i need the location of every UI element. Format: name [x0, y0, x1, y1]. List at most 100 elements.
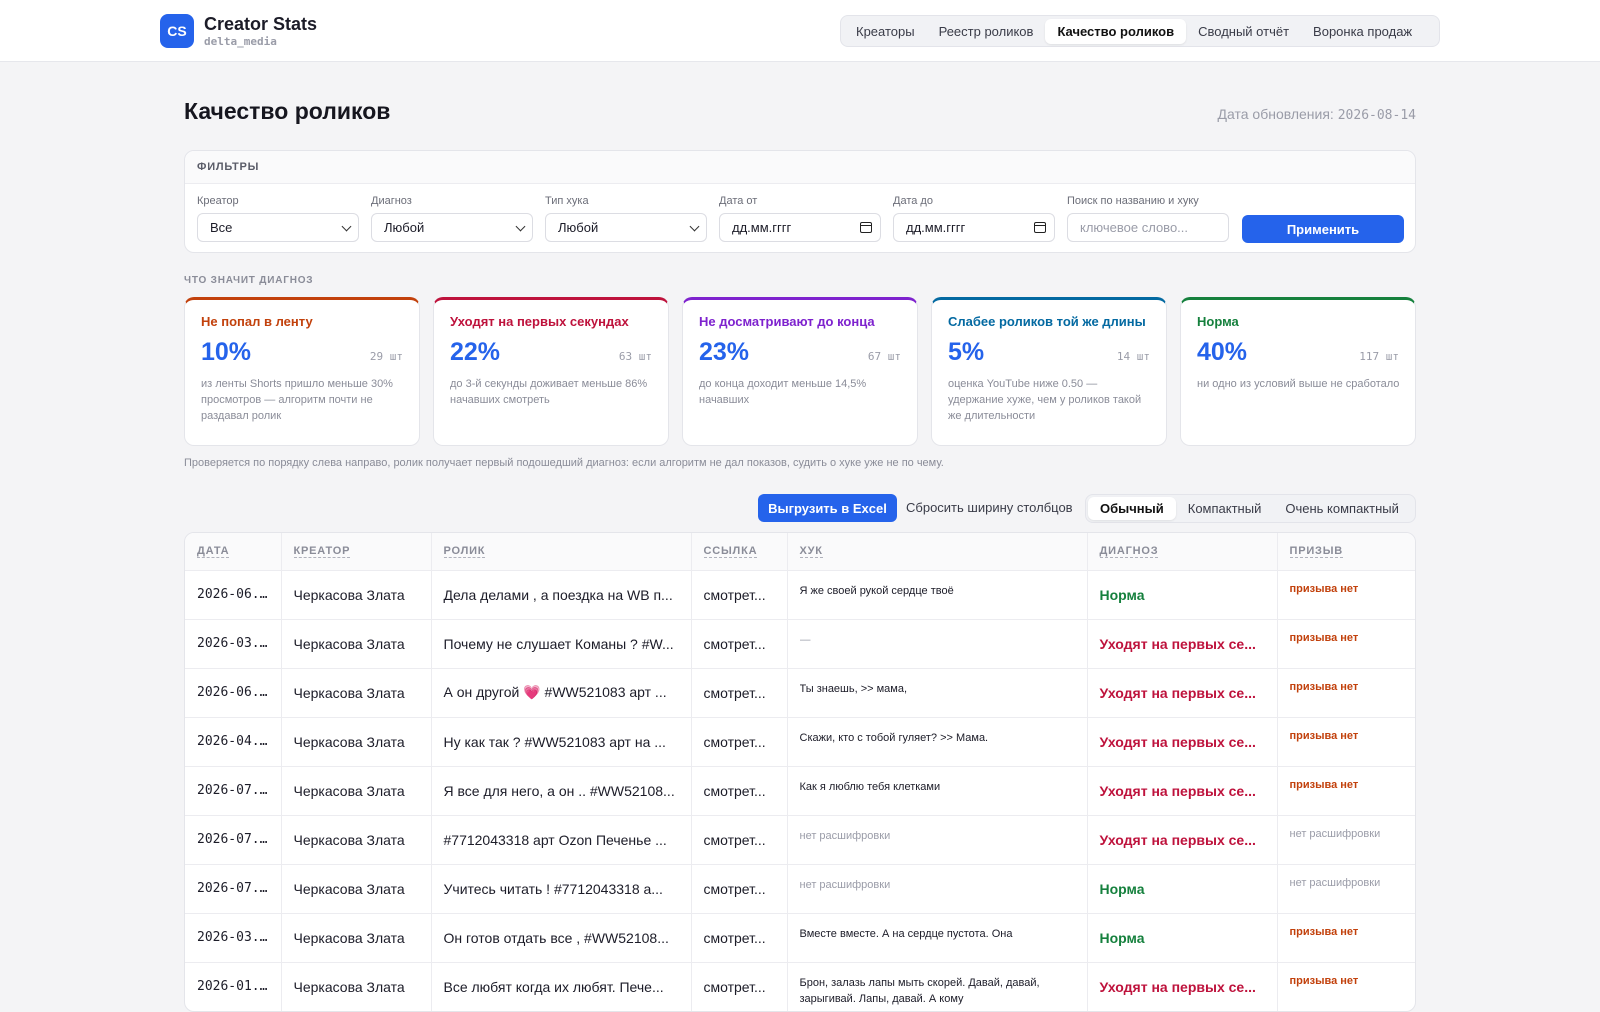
density-normal[interactable]: Обычный [1088, 497, 1176, 520]
cell-date: 2026-07... [185, 864, 282, 914]
diagnosis-card-title: Не попал в ленту [201, 314, 313, 329]
cell-video-title: Он готов отдать все , #WW52108... [431, 913, 692, 963]
creator-select[interactable]: Все [197, 213, 359, 242]
calendar-icon[interactable] [860, 222, 872, 233]
table-header-row: ДАТА КРЕАТОР РОЛИК ССЫЛКА ХУК ДИАГНОЗ ПР… [185, 533, 1415, 571]
nav-summary-report[interactable]: Сводный отчёт [1186, 19, 1301, 44]
cell-date: 2026-07... [185, 815, 282, 865]
hook-type-select-value: Любой [558, 220, 599, 235]
density-compact[interactable]: Компактный [1176, 497, 1274, 520]
diagnosis-card-description: до 3-й секунды доживает меньше 86% начав… [450, 378, 648, 406]
cell-link[interactable]: смотрет... [691, 766, 788, 816]
filter-creator-label: Креатор [197, 195, 239, 207]
cell-creator: Черкасова Злата [281, 766, 432, 816]
cell-creator: Черкасова Злата [281, 913, 432, 963]
hook-text: Вместе вместе. А на сердце пустота. Она [799, 927, 1013, 940]
chevron-down-icon [689, 221, 700, 231]
main-nav: Креаторы Реестр роликов Качество роликов… [840, 15, 1440, 47]
cell-link[interactable]: смотрет... [691, 717, 788, 767]
filter-search: Поиск по названию и хуку ключевое слово.… [1067, 195, 1229, 242]
cell-diagnosis: Уходят на первых се... [1087, 717, 1278, 767]
density-switcher: Обычный Компактный Очень компактный [1085, 494, 1416, 523]
cell-video-title: Все любят когда их любят. Пече... [431, 962, 692, 1011]
page-title: Качество роликов [184, 98, 391, 124]
diagnosis-select[interactable]: Любой [371, 213, 533, 242]
table-row[interactable]: 2026-04... Черкасова Злата Ну как так ? #W… [185, 717, 1415, 767]
table-row[interactable]: 2026-01... Черкасова Злата Все любят когда… [185, 962, 1415, 1011]
cell-link[interactable]: смотрет... [691, 815, 788, 865]
apply-button[interactable]: Применить [1242, 215, 1404, 243]
hook-type-select[interactable]: Любой [545, 213, 707, 242]
search-input[interactable]: ключевое слово... [1067, 213, 1229, 242]
table-row[interactable]: 2026-03... Черкасова Злата Он готов отдать… [185, 913, 1415, 963]
reset-column-widths-button[interactable]: Сбросить ширину столбцов [906, 500, 1073, 515]
diagnosis-card-percent: 40% [1197, 338, 1248, 366]
filters-header: ФИЛЬТРЫ [185, 151, 1415, 184]
cell-date: 2026-07... [185, 766, 282, 816]
export-excel-button[interactable]: Выгрузить в Excel [758, 494, 897, 522]
filter-date-from-label: Дата от [719, 195, 758, 207]
cell-hook: Брон, залазь лапы мыть скорей. Давай, да… [787, 962, 1088, 1011]
nav-creators[interactable]: Креаторы [844, 19, 927, 44]
diagnosis-card-not-finished: Не досматривают до конца 23% 67 шт до ко… [682, 297, 918, 446]
creator-select-value: Все [210, 220, 233, 235]
cell-hook: нет расшифровки [787, 864, 1088, 914]
date-to-input[interactable]: дд.мм.гггг [893, 213, 1055, 242]
column-header-cta[interactable]: ПРИЗЫВ [1277, 533, 1415, 571]
diagnosis-card-count: 117 шт [1359, 350, 1399, 363]
cell-video-title: Учитесь читать ! #7712043318 а... [431, 864, 692, 914]
density-very-compact[interactable]: Очень компактный [1273, 497, 1411, 520]
cell-link[interactable]: смотрет... [691, 913, 788, 963]
nav-video-quality[interactable]: Качество роликов [1045, 18, 1187, 44]
cell-link[interactable]: смотрет... [691, 962, 788, 1011]
logo-badge[interactable]: CS [160, 14, 194, 48]
cell-cta: призыва нет [1277, 766, 1415, 816]
filter-hook-type-label: Тип хука [545, 195, 589, 207]
filter-diagnosis-label: Диагноз [371, 195, 412, 207]
date-from-input[interactable]: дд.мм.гггг [719, 213, 881, 242]
cell-cta: нет расшифровки [1277, 815, 1415, 865]
cell-hook: Вместе вместе. А на сердце пустота. Она [787, 913, 1088, 963]
column-header-link[interactable]: ССЫЛКА [691, 533, 788, 571]
diagnosis-section-header: ЧТО ЗНАЧИТ ДИАГНОЗ [184, 275, 314, 286]
cell-link[interactable]: смотрет... [691, 570, 788, 620]
nav-sales-funnel[interactable]: Воронка продаж [1301, 19, 1424, 44]
table-row[interactable]: 2026-06... Черкасова Злата Дела делами , а… [185, 570, 1415, 620]
table-row[interactable]: 2026-07... Черкасова Злата #7712043318 арт… [185, 815, 1415, 865]
table-row[interactable]: 2026-06... Черкасова Злата А он другой 💗 #… [185, 668, 1415, 718]
table-row[interactable]: 2026-03... Черкасова Злата Почему не слуша… [185, 619, 1415, 669]
hook-text: — [799, 633, 811, 646]
diagnosis-card-title: Норма [1197, 314, 1239, 329]
diagnosis-card-normal: Норма 40% 117 шт ни одно из условий выше… [1180, 297, 1416, 446]
hook-text: Я же своей рукой сердце твоё [799, 584, 954, 597]
cell-diagnosis: Норма [1087, 570, 1278, 620]
brand-subtitle: delta_media [204, 35, 277, 48]
calendar-icon[interactable] [1034, 222, 1046, 233]
diagnosis-card-description: до конца доходит меньше 14,5% начавших [699, 378, 867, 406]
cell-link[interactable]: смотрет... [691, 864, 788, 914]
cell-hook: Я же своей рукой сердце твоё [787, 570, 1088, 620]
cell-link[interactable]: смотрет... [691, 619, 788, 669]
hook-text: Ты знаешь, >> мама, [799, 682, 908, 695]
table-row[interactable]: 2026-07... Черкасова Злата Я все для него,… [185, 766, 1415, 816]
column-header-creator[interactable]: КРЕАТОР [281, 533, 432, 571]
update-date: Дата обновления: 2026-08-14 [1218, 106, 1416, 123]
diagnosis-card-title: Слабее роликов той же длины [948, 314, 1146, 329]
cell-hook: Скажи, кто с тобой гуляет? >> Мама. [787, 717, 1088, 767]
column-header-diagnosis[interactable]: ДИАГНОЗ [1087, 533, 1278, 571]
videos-table: ДАТА КРЕАТОР РОЛИК ССЫЛКА ХУК ДИАГНОЗ ПР… [184, 532, 1416, 1012]
column-header-hook[interactable]: ХУК [787, 533, 1088, 571]
cell-cta: призыва нет [1277, 668, 1415, 718]
filter-creator: Креатор Все [197, 195, 359, 242]
table-row[interactable]: 2026-07... Черкасова Злата Учитесь читать … [185, 864, 1415, 914]
filter-hook-type: Тип хука Любой [545, 195, 707, 242]
cell-creator: Черкасова Злата [281, 619, 432, 669]
cell-link[interactable]: смотрет... [691, 668, 788, 718]
cell-creator: Черкасова Злата [281, 668, 432, 718]
column-header-date[interactable]: ДАТА [185, 533, 282, 571]
cell-date: 2026-03... [185, 619, 282, 669]
cell-diagnosis: Уходят на первых се... [1087, 766, 1278, 816]
nav-video-registry[interactable]: Реестр роликов [927, 19, 1046, 44]
cell-hook: Как я люблю тебя клетками [787, 766, 1088, 816]
column-header-video[interactable]: РОЛИК [431, 533, 692, 571]
